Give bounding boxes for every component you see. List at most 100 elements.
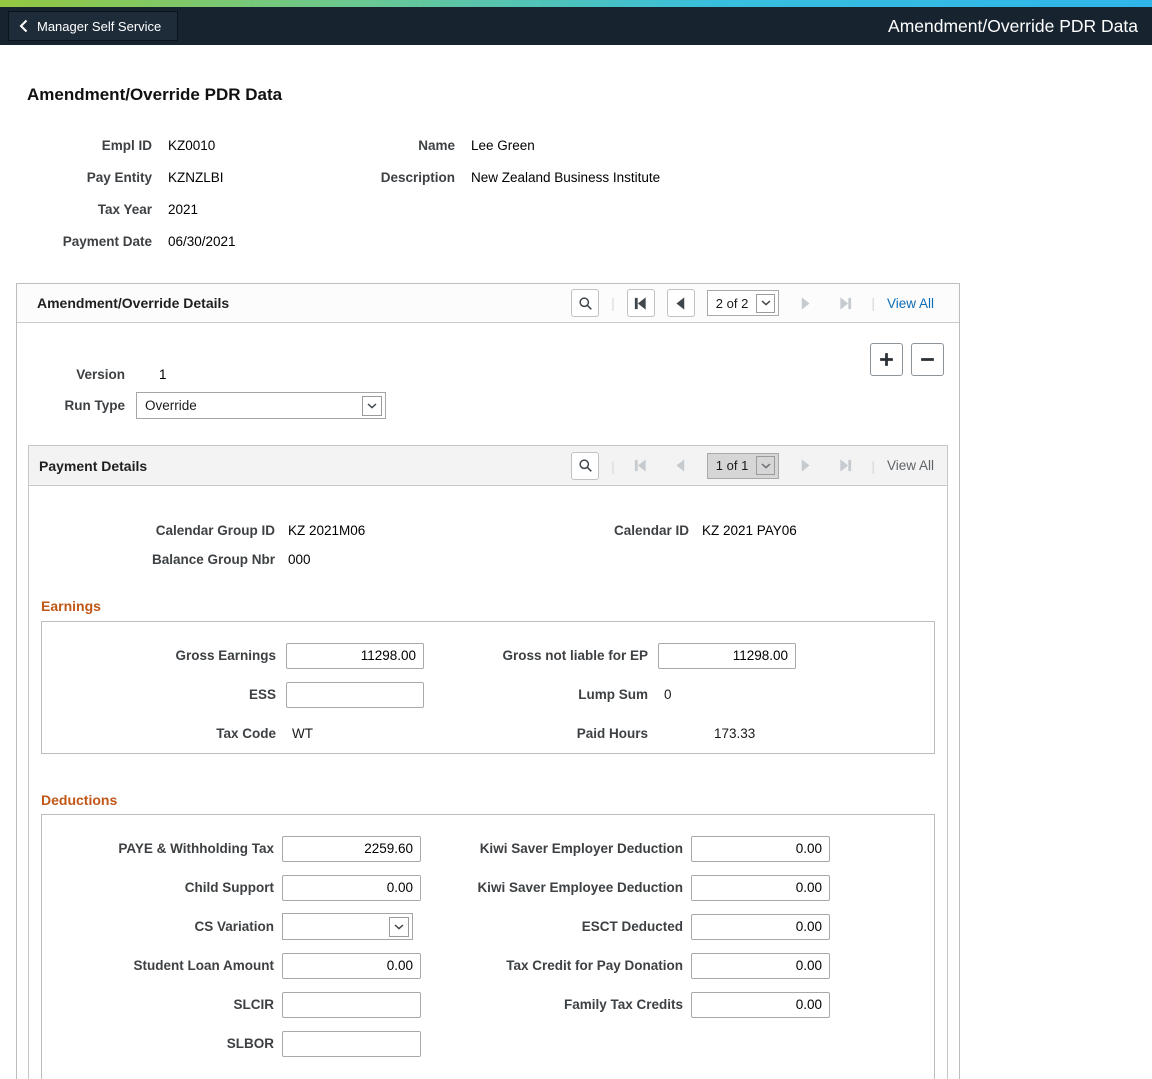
run-type-select[interactable]: Override (136, 392, 386, 419)
back-button-label: Manager Self Service (37, 18, 162, 34)
payment-details-section: Payment Details | 1 of 1 | View All Cale… (28, 445, 948, 1079)
esct-deducted-input[interactable] (691, 913, 830, 940)
lump-sum-value: 0 (664, 687, 672, 702)
family-tax-credits-input[interactable] (691, 991, 830, 1018)
page-title: Amendment/Override PDR Data (27, 85, 283, 104)
add-row-button[interactable] (870, 343, 903, 376)
main-content: Amendment/Override PDR Data Empl ID KZ00… (0, 85, 1152, 1079)
gross-earnings-input[interactable] (286, 642, 424, 669)
family-tax-credits-label: Family Tax Credits (563, 997, 683, 1012)
student-loan-amount-label: Student Loan Amount (133, 958, 274, 973)
tax-code-label: Tax Code (216, 726, 276, 741)
paid-hours-value: 173.33 (714, 726, 756, 741)
cs-variation-select[interactable] (282, 913, 413, 940)
deductions-row: Child Support Kiwi Saver Employee Deduct… (42, 868, 934, 907)
child-support-input[interactable] (282, 874, 421, 901)
calendar-info: Calendar Group ID KZ 2021M06 Calendar ID… (41, 516, 935, 574)
balance-group-nbr-value: 000 (288, 552, 311, 567)
back-chevron-icon (19, 19, 28, 33)
search-button[interactable] (571, 451, 600, 480)
run-type-label: Run Type (64, 398, 126, 413)
previous-page-icon (676, 459, 685, 472)
header-info-right: Name Lee Green Description New Zealand B… (368, 129, 660, 257)
ess-input[interactable] (286, 681, 424, 708)
paye-withholding-tax-label: PAYE & Withholding Tax (118, 841, 274, 856)
amendment-details-title: Amendment/Override Details (37, 295, 230, 311)
next-page-icon (801, 459, 810, 472)
previous-page-button[interactable] (666, 289, 695, 317)
page-number-value: 2 of 2 (715, 295, 749, 311)
deductions-row: SLCIR Family Tax Credits (42, 985, 934, 1024)
view-all-link[interactable]: View All (887, 296, 934, 311)
tax-credit-pay-donation-input[interactable] (691, 952, 830, 979)
ess-label: ESS (248, 687, 276, 702)
tax-year-value: 2021 (168, 201, 199, 217)
payment-details-header: Payment Details | 1 of 1 | View All (29, 446, 947, 486)
gross-not-liable-label: Gross not liable for EP (502, 648, 648, 663)
page-number-select[interactable]: 2 of 2 (706, 290, 780, 316)
slcir-label: SLCIR (233, 997, 275, 1012)
remove-row-button[interactable] (911, 343, 944, 376)
pay-entity-label: Pay Entity (86, 169, 152, 185)
view-all-link: View All (886, 458, 934, 473)
lump-sum-label: Lump Sum (578, 687, 648, 702)
search-button[interactable] (571, 289, 600, 317)
cs-variation-label: CS Variation (194, 919, 274, 934)
earnings-row: Tax Code WT Paid Hours 173.33 (42, 714, 934, 753)
tax-year-label: Tax Year (97, 201, 152, 217)
gross-earnings-label: Gross Earnings (175, 648, 276, 663)
add-row-icon (880, 353, 893, 366)
student-loan-amount-input[interactable] (282, 952, 421, 979)
kiwi-saver-employer-input[interactable] (691, 835, 830, 862)
earnings-row: Gross Earnings Gross not liable for EP (42, 636, 934, 675)
earnings-box: Gross Earnings Gross not liable for EP E… (41, 621, 935, 754)
deductions-row: SLBOR (42, 1024, 934, 1063)
navbar: Manager Self Service Amendment/Override … (0, 7, 1152, 45)
empl-id-label: Empl ID (101, 137, 152, 153)
dropdown-arrow-icon (362, 395, 382, 416)
run-type-value: Override (145, 398, 197, 413)
navbar-title: Amendment/Override PDR Data (888, 15, 1138, 36)
next-page-button (791, 289, 819, 317)
calendar-group-id-label: Calendar Group ID (155, 523, 275, 538)
top-gradient-strip (0, 0, 1152, 7)
earnings-heading: Earnings (41, 598, 101, 614)
esct-deducted-label: ESCT Deducted (581, 919, 683, 934)
pager-separator: | (611, 457, 615, 474)
deductions-row: PAYE & Withholding Tax Kiwi Saver Employ… (42, 829, 934, 868)
empl-id-value: KZ0010 (168, 137, 216, 153)
version-row: Version 1 (17, 361, 959, 388)
name-value: Lee Green (471, 137, 535, 153)
kiwi-saver-employee-label: Kiwi Saver Employee Deduction (477, 880, 683, 895)
calendar-id-label: Calendar ID (613, 523, 689, 538)
earnings-row: ESS Lump Sum 0 (42, 675, 934, 714)
gross-not-liable-input[interactable] (658, 642, 796, 669)
deductions-box: PAYE & Withholding Tax Kiwi Saver Employ… (41, 814, 935, 1079)
next-page-icon (801, 296, 810, 310)
paid-hours-label: Paid Hours (576, 726, 648, 741)
remove-row-icon (921, 358, 934, 361)
last-page-icon (840, 296, 851, 310)
amendment-pager: | 2 of 2 | View All (571, 289, 934, 317)
name-label: Name (418, 137, 455, 153)
description-value: New Zealand Business Institute (471, 169, 661, 185)
header-info-left: Empl ID KZ0010 Pay Entity KZNZLBI Tax Ye… (27, 129, 368, 257)
description-label: Description (380, 169, 455, 185)
slcir-input[interactable] (282, 991, 421, 1018)
first-page-button (627, 452, 655, 480)
dropdown-arrow-icon (756, 456, 776, 475)
first-page-icon (635, 459, 646, 472)
dropdown-arrow-icon (389, 916, 409, 937)
payment-details-body: Calendar Group ID KZ 2021M06 Calendar ID… (29, 486, 947, 1079)
back-button[interactable]: Manager Self Service (8, 11, 179, 41)
first-page-button[interactable] (626, 289, 655, 317)
search-icon (579, 459, 592, 472)
tax-credit-pay-donation-label: Tax Credit for Pay Donation (506, 958, 683, 973)
slbor-input[interactable] (282, 1030, 421, 1057)
paye-withholding-tax-input[interactable] (282, 835, 421, 862)
calendar-group-id-value: KZ 2021M06 (288, 523, 366, 538)
kiwi-saver-employee-input[interactable] (691, 874, 830, 901)
version-label: Version (76, 367, 125, 382)
tax-code-value: WT (292, 726, 313, 741)
payment-date-label: Payment Date (62, 233, 152, 249)
